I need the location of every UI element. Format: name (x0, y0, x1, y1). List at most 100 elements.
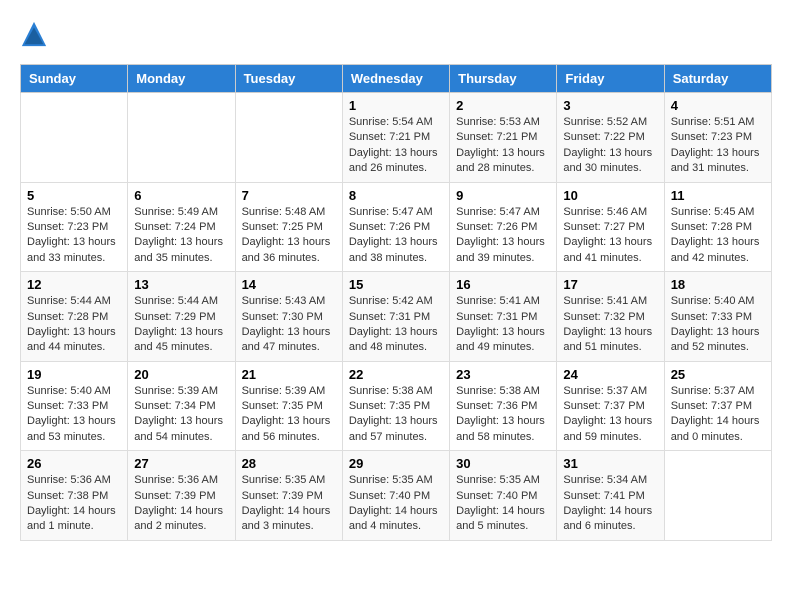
calendar-cell-w3d4: 23Sunrise: 5:38 AMSunset: 7:36 PMDayligh… (450, 361, 557, 451)
day-number: 18 (671, 277, 765, 292)
day-info: Sunrise: 5:41 AMSunset: 7:31 PMDaylight:… (456, 294, 550, 356)
logo-icon (20, 20, 48, 48)
header-sunday: Sunday (21, 65, 128, 93)
day-number: 22 (349, 367, 443, 382)
calendar-cell-w3d1: 20 Sunrise: 5:39 AMSunset: 7:34 PMDayligh… (128, 361, 235, 451)
day-number: 16 (456, 277, 550, 292)
calendar-cell-w2d2: 14 Sunrise: 5:43 AMSunset: 7:30 PMDayligh… (235, 272, 342, 362)
day-number: 8 (349, 188, 443, 203)
day-number: 17 (563, 277, 657, 292)
calendar-week-0: 1 Sunrise: 5:54 AMSunset: 7:21 PMDaylight… (21, 93, 772, 183)
day-info: Sunrise: 5:39 AMSunset: 7:34 PMDaylight:… (134, 384, 228, 446)
calendar-cell-w3d3: 22 Sunrise: 5:38 AMSunset: 7:35 PMDayligh… (342, 361, 449, 451)
day-number: 12 (27, 277, 121, 292)
day-number: 26 (27, 456, 121, 471)
header-monday: Monday (128, 65, 235, 93)
calendar-cell-w2d3: 15 Sunrise: 5:42 AMSunset: 7:31 PMDayligh… (342, 272, 449, 362)
day-info: Sunrise: 5:39 AMSunset: 7:35 PMDaylight:… (242, 384, 336, 446)
day-info: Sunrise: 5:44 AMSunset: 7:28 PMDaylight:… (27, 294, 121, 356)
calendar-cell-w4d2: 28 Sunrise: 5:35 AMSunset: 7:39 PMDayligh… (235, 451, 342, 541)
calendar-cell-w0d0 (21, 93, 128, 183)
day-info: Sunrise: 5:36 AMSunset: 7:39 PMDaylight:… (134, 473, 228, 535)
calendar-week-3: 19 Sunrise: 5:40 AMSunset: 7:33 PMDayligh… (21, 361, 772, 451)
page-header (20, 20, 772, 48)
day-info: Sunrise: 5:40 AMSunset: 7:33 PMDaylight:… (671, 294, 765, 356)
day-number: 3 (563, 98, 657, 113)
header-thursday: Thursday (450, 65, 557, 93)
day-number: 29 (349, 456, 443, 471)
day-info: Sunrise: 5:35 AMSunset: 7:40 PMDaylight:… (349, 473, 443, 535)
calendar-week-1: 5 Sunrise: 5:50 AMSunset: 7:23 PMDaylight… (21, 182, 772, 272)
header-wednesday: Wednesday (342, 65, 449, 93)
day-info: Sunrise: 5:54 AMSunset: 7:21 PMDaylight:… (349, 115, 443, 177)
calendar-cell-w2d0: 12 Sunrise: 5:44 AMSunset: 7:28 PMDayligh… (21, 272, 128, 362)
calendar-cell-w4d5: 31 Sunrise: 5:34 AMSunset: 7:41 PMDayligh… (557, 451, 664, 541)
day-number: 30 (456, 456, 550, 471)
day-number: 13 (134, 277, 228, 292)
day-number: 14 (242, 277, 336, 292)
day-number: 31 (563, 456, 657, 471)
day-info: Sunrise: 5:47 AMSunset: 7:26 PMDaylight:… (349, 205, 443, 267)
day-info: Sunrise: 5:35 AMSunset: 7:39 PMDaylight:… (242, 473, 336, 535)
calendar-week-2: 12 Sunrise: 5:44 AMSunset: 7:28 PMDayligh… (21, 272, 772, 362)
day-number: 2 (456, 98, 550, 113)
day-number: 9 (456, 188, 550, 203)
day-number: 7 (242, 188, 336, 203)
day-info: Sunrise: 5:34 AMSunset: 7:41 PMDaylight:… (563, 473, 657, 535)
calendar-table: SundayMondayTuesdayWednesdayThursdayFrid… (20, 64, 772, 541)
calendar-cell-w4d6 (664, 451, 771, 541)
day-info: Sunrise: 5:43 AMSunset: 7:30 PMDaylight:… (242, 294, 336, 356)
day-number: 21 (242, 367, 336, 382)
calendar-cell-w0d4: 2Sunrise: 5:53 AMSunset: 7:21 PMDaylight… (450, 93, 557, 183)
day-info: Sunrise: 5:52 AMSunset: 7:22 PMDaylight:… (563, 115, 657, 177)
day-info: Sunrise: 5:35 AMSunset: 7:40 PMDaylight:… (456, 473, 550, 535)
calendar-cell-w4d3: 29 Sunrise: 5:35 AMSunset: 7:40 PMDayligh… (342, 451, 449, 541)
day-number: 5 (27, 188, 121, 203)
calendar-cell-w0d5: 3 Sunrise: 5:52 AMSunset: 7:22 PMDaylight… (557, 93, 664, 183)
day-info: Sunrise: 5:46 AMSunset: 7:27 PMDaylight:… (563, 205, 657, 267)
day-info: Sunrise: 5:44 AMSunset: 7:29 PMDaylight:… (134, 294, 228, 356)
calendar-cell-w1d6: 11Sunrise: 5:45 AMSunset: 7:28 PMDayligh… (664, 182, 771, 272)
day-number: 28 (242, 456, 336, 471)
day-number: 24 (563, 367, 657, 382)
day-info: Sunrise: 5:48 AMSunset: 7:25 PMDaylight:… (242, 205, 336, 267)
calendar-cell-w2d4: 16 Sunrise: 5:41 AMSunset: 7:31 PMDayligh… (450, 272, 557, 362)
day-info: Sunrise: 5:50 AMSunset: 7:23 PMDaylight:… (27, 205, 121, 267)
calendar-cell-w0d3: 1 Sunrise: 5:54 AMSunset: 7:21 PMDaylight… (342, 93, 449, 183)
calendar-cell-w4d1: 27 Sunrise: 5:36 AMSunset: 7:39 PMDayligh… (128, 451, 235, 541)
calendar-cell-w0d2 (235, 93, 342, 183)
day-number: 25 (671, 367, 765, 382)
day-number: 20 (134, 367, 228, 382)
calendar-cell-w2d1: 13 Sunrise: 5:44 AMSunset: 7:29 PMDayligh… (128, 272, 235, 362)
day-info: Sunrise: 5:36 AMSunset: 7:38 PMDaylight:… (27, 473, 121, 535)
day-number: 27 (134, 456, 228, 471)
header-friday: Friday (557, 65, 664, 93)
calendar-cell-w4d4: 30 Sunrise: 5:35 AMSunset: 7:40 PMDayligh… (450, 451, 557, 541)
day-info: Sunrise: 5:41 AMSunset: 7:32 PMDaylight:… (563, 294, 657, 356)
calendar-cell-w3d6: 25 Sunrise: 5:37 AMSunset: 7:37 PMDayligh… (664, 361, 771, 451)
calendar-cell-w0d1 (128, 93, 235, 183)
day-number: 11 (671, 188, 765, 203)
day-info: Sunrise: 5:37 AMSunset: 7:37 PMDaylight:… (671, 384, 765, 446)
calendar-cell-w3d5: 24 Sunrise: 5:37 AMSunset: 7:37 PMDayligh… (557, 361, 664, 451)
day-info: Sunrise: 5:49 AMSunset: 7:24 PMDaylight:… (134, 205, 228, 267)
day-info: Sunrise: 5:38 AMSunset: 7:35 PMDaylight:… (349, 384, 443, 446)
calendar-cell-w3d2: 21 Sunrise: 5:39 AMSunset: 7:35 PMDayligh… (235, 361, 342, 451)
header-saturday: Saturday (664, 65, 771, 93)
day-info: Sunrise: 5:37 AMSunset: 7:37 PMDaylight:… (563, 384, 657, 446)
calendar-cell-w1d1: 6Sunrise: 5:49 AMSunset: 7:24 PMDaylight… (128, 182, 235, 272)
day-info: Sunrise: 5:40 AMSunset: 7:33 PMDaylight:… (27, 384, 121, 446)
day-number: 1 (349, 98, 443, 113)
header-tuesday: Tuesday (235, 65, 342, 93)
day-number: 15 (349, 277, 443, 292)
calendar-week-4: 26 Sunrise: 5:36 AMSunset: 7:38 PMDayligh… (21, 451, 772, 541)
day-info: Sunrise: 5:47 AMSunset: 7:26 PMDaylight:… (456, 205, 550, 267)
day-info: Sunrise: 5:51 AMSunset: 7:23 PMDaylight:… (671, 115, 765, 177)
calendar-cell-w3d0: 19 Sunrise: 5:40 AMSunset: 7:33 PMDayligh… (21, 361, 128, 451)
calendar-cell-w1d3: 8 Sunrise: 5:47 AMSunset: 7:26 PMDaylight… (342, 182, 449, 272)
calendar-header-row: SundayMondayTuesdayWednesdayThursdayFrid… (21, 65, 772, 93)
day-number: 19 (27, 367, 121, 382)
day-info: Sunrise: 5:42 AMSunset: 7:31 PMDaylight:… (349, 294, 443, 356)
day-number: 23 (456, 367, 550, 382)
calendar-cell-w0d6: 4Sunrise: 5:51 AMSunset: 7:23 PMDaylight… (664, 93, 771, 183)
